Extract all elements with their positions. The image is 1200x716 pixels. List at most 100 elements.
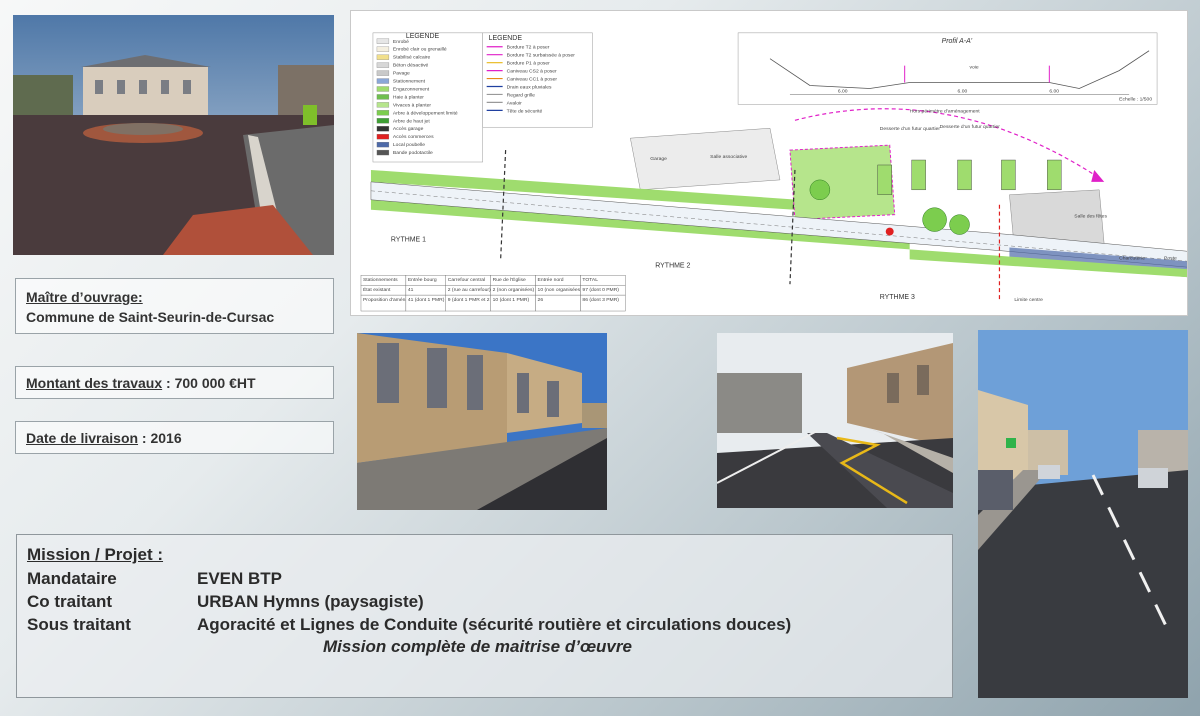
legend-item: Bande podotactile xyxy=(393,150,433,156)
legend-swatch xyxy=(376,141,390,148)
mission-note: Mission complète de maitrise d’œuvre xyxy=(323,637,632,656)
profile-title: Profil A-A' xyxy=(942,38,973,45)
legend2-item: Caniveau CC1 à poser xyxy=(507,77,558,83)
legend-item: Engazonnement xyxy=(393,86,430,92)
legend-item: Arbre de haut jet xyxy=(393,118,430,124)
label-desserte-1: Desserte d’un futur quartier xyxy=(880,126,941,132)
legend-item: Accès commerces xyxy=(393,134,434,140)
profile-voie: voie xyxy=(970,65,979,71)
legend-swatch xyxy=(376,94,390,100)
table-cell-text: État existant xyxy=(363,286,391,293)
legend-swatch xyxy=(376,46,390,52)
table-cell-text: Entrée bourg xyxy=(408,277,437,283)
legend2-item: Bordure T2 à poser xyxy=(507,45,550,51)
table-cell-text: Carrefour central xyxy=(448,277,485,283)
photo-stone-building xyxy=(357,333,607,510)
label-rythme-1: RYTHME 1 xyxy=(391,236,426,243)
table-cell-text: TOTAL xyxy=(582,277,598,283)
legend2-item: Bordure P1 à poser xyxy=(507,61,551,67)
legend-swatch xyxy=(376,134,390,140)
legend-item: Stationnement xyxy=(393,79,426,85)
photo-roundabout xyxy=(13,15,334,255)
legend-swatch xyxy=(376,102,390,108)
label-limite: Limite centre xyxy=(1014,297,1043,303)
legend2-title: LEGENDE xyxy=(489,35,523,42)
legend-item: Arbre à développement limité xyxy=(393,110,458,116)
mission-role: Mandataire xyxy=(27,569,117,588)
legend-item: Vivaces à planter xyxy=(393,102,431,108)
label-rythme-3: RYTHME 3 xyxy=(880,294,915,301)
mission-rows: Mandataire EVEN BTP Co traitant URBAN Hymns… xyxy=(27,567,942,636)
legend-swatch xyxy=(376,110,390,116)
date-label: Date de livraison xyxy=(26,430,139,446)
parking-table: Stationnements Entrée bourg Carrefour cent… xyxy=(360,275,626,312)
legend-swatch xyxy=(376,62,390,68)
label-salle-fetes: Salle des fêtes xyxy=(1074,214,1107,220)
montant-value: : 700 000 €HT xyxy=(162,375,256,391)
profile-dim-2: 6.00 xyxy=(958,88,968,94)
label-garage: Garage xyxy=(650,156,667,162)
legend-swatch xyxy=(376,118,390,124)
table-cell-text: 2 (rue au carrefour) xyxy=(448,287,491,293)
mission-name: URBAN Hymns (paysagiste) xyxy=(197,592,424,611)
table-cell-text: Rue de l'Église xyxy=(493,276,526,283)
montant-label: Montant des travaux xyxy=(26,375,163,391)
label-desserte-2: Desserte d’un futur quartier xyxy=(940,124,1001,130)
legend-item: Béton désactivé xyxy=(393,63,429,69)
table-cell-text: 86 (dont 3 PMR) xyxy=(582,297,619,303)
maitre-ouvrage-box: Maître d’ouvrage: Commune de Saint-Seuri… xyxy=(15,278,334,334)
table-cell-text: Stationnements xyxy=(363,277,398,283)
table-cell-text: 26 xyxy=(538,297,544,303)
legend-swatch xyxy=(376,38,390,44)
legend-item: Enrobé clair ou grenaillé xyxy=(393,47,447,53)
photo-long-street xyxy=(978,330,1188,698)
legend2-item: Caniveau CS2 à poser xyxy=(507,69,557,75)
site-plan: LEGENDE Enrobé Enrobé clair ou grenaillé S… xyxy=(350,10,1188,316)
legend2-item: Bordure T2 surbaissée à poser xyxy=(507,53,576,59)
legend-swatch xyxy=(376,78,390,84)
legend-item: Accès garage xyxy=(393,126,424,132)
legend-title: LEGENDE xyxy=(406,33,440,40)
legend-swatch xyxy=(376,70,390,76)
mission-row: Sous traitant Agoracité et Lignes de Cond… xyxy=(27,613,942,636)
legend-item: Enrobé xyxy=(393,39,409,45)
legend2-item: Avaloir xyxy=(507,100,522,106)
label-charcuterie: Charcuterie xyxy=(1119,255,1145,261)
mission-title: Mission / Projet : xyxy=(27,545,164,564)
legend-swatch xyxy=(376,149,390,156)
mission-role: Co traitant xyxy=(27,592,112,611)
table-cell-text: 10 (non organisées) xyxy=(538,287,583,293)
mission-row: Co traitant URBAN Hymns (paysagiste) xyxy=(27,590,942,613)
table-cell-text: 10 (dont 1 PMR) xyxy=(493,297,530,303)
mission-name: Agoracité et Lignes de Conduite (sécurit… xyxy=(197,615,792,634)
photo-street-yellow xyxy=(717,333,953,508)
table-cell-text: 2 (non organisées) xyxy=(493,287,535,293)
legend2-item: Drain eaux pluviales xyxy=(507,84,552,90)
table-cell-text: 41 (dont 1 PMR) xyxy=(408,297,445,303)
mission-row: Mandataire EVEN BTP xyxy=(27,567,942,590)
label-salle-associative: Salle associative xyxy=(710,154,747,160)
legend-item: Stabilisé calcaire xyxy=(393,55,431,61)
table-cell-text: 41 xyxy=(408,287,414,293)
legend-item: Local poubelle xyxy=(393,142,425,148)
legend-item: Pavage xyxy=(393,71,410,77)
label-rythme-2: RYTHME 2 xyxy=(655,262,690,269)
table-cell-text: Entrée nord xyxy=(538,277,564,283)
label-poste: Poste xyxy=(1164,255,1177,261)
profile-scale: Echelle : 1/500 xyxy=(1119,96,1152,102)
legend-swatch xyxy=(376,54,390,60)
mission-name: EVEN BTP xyxy=(197,569,283,588)
label-hors-perimetre: Hors périmètre d’aménagement xyxy=(910,108,981,114)
profile-dim-3: 6.00 xyxy=(1049,88,1059,94)
maitre-ouvrage-label: Maître d’ouvrage: xyxy=(26,289,143,305)
legend2-item: Regard grille xyxy=(507,92,535,98)
legend-item: Haie à planter xyxy=(393,94,424,100)
date-box: Date de livraison : 2016 xyxy=(15,421,334,454)
mission-box: Mission / Projet : Mandataire EVEN BTP Co … xyxy=(16,534,953,698)
montant-box: Montant des travaux : 700 000 €HT xyxy=(15,366,334,399)
profile-dim-1: 6.00 xyxy=(838,88,848,94)
table-cell-text: 97 (dont 0 PMR) xyxy=(582,287,619,293)
mission-role: Sous traitant xyxy=(27,615,131,634)
maitre-ouvrage-value: Commune de Saint-Seurin-de-Cursac xyxy=(26,309,275,325)
legend2-item: Tête de sécurité xyxy=(507,108,543,114)
